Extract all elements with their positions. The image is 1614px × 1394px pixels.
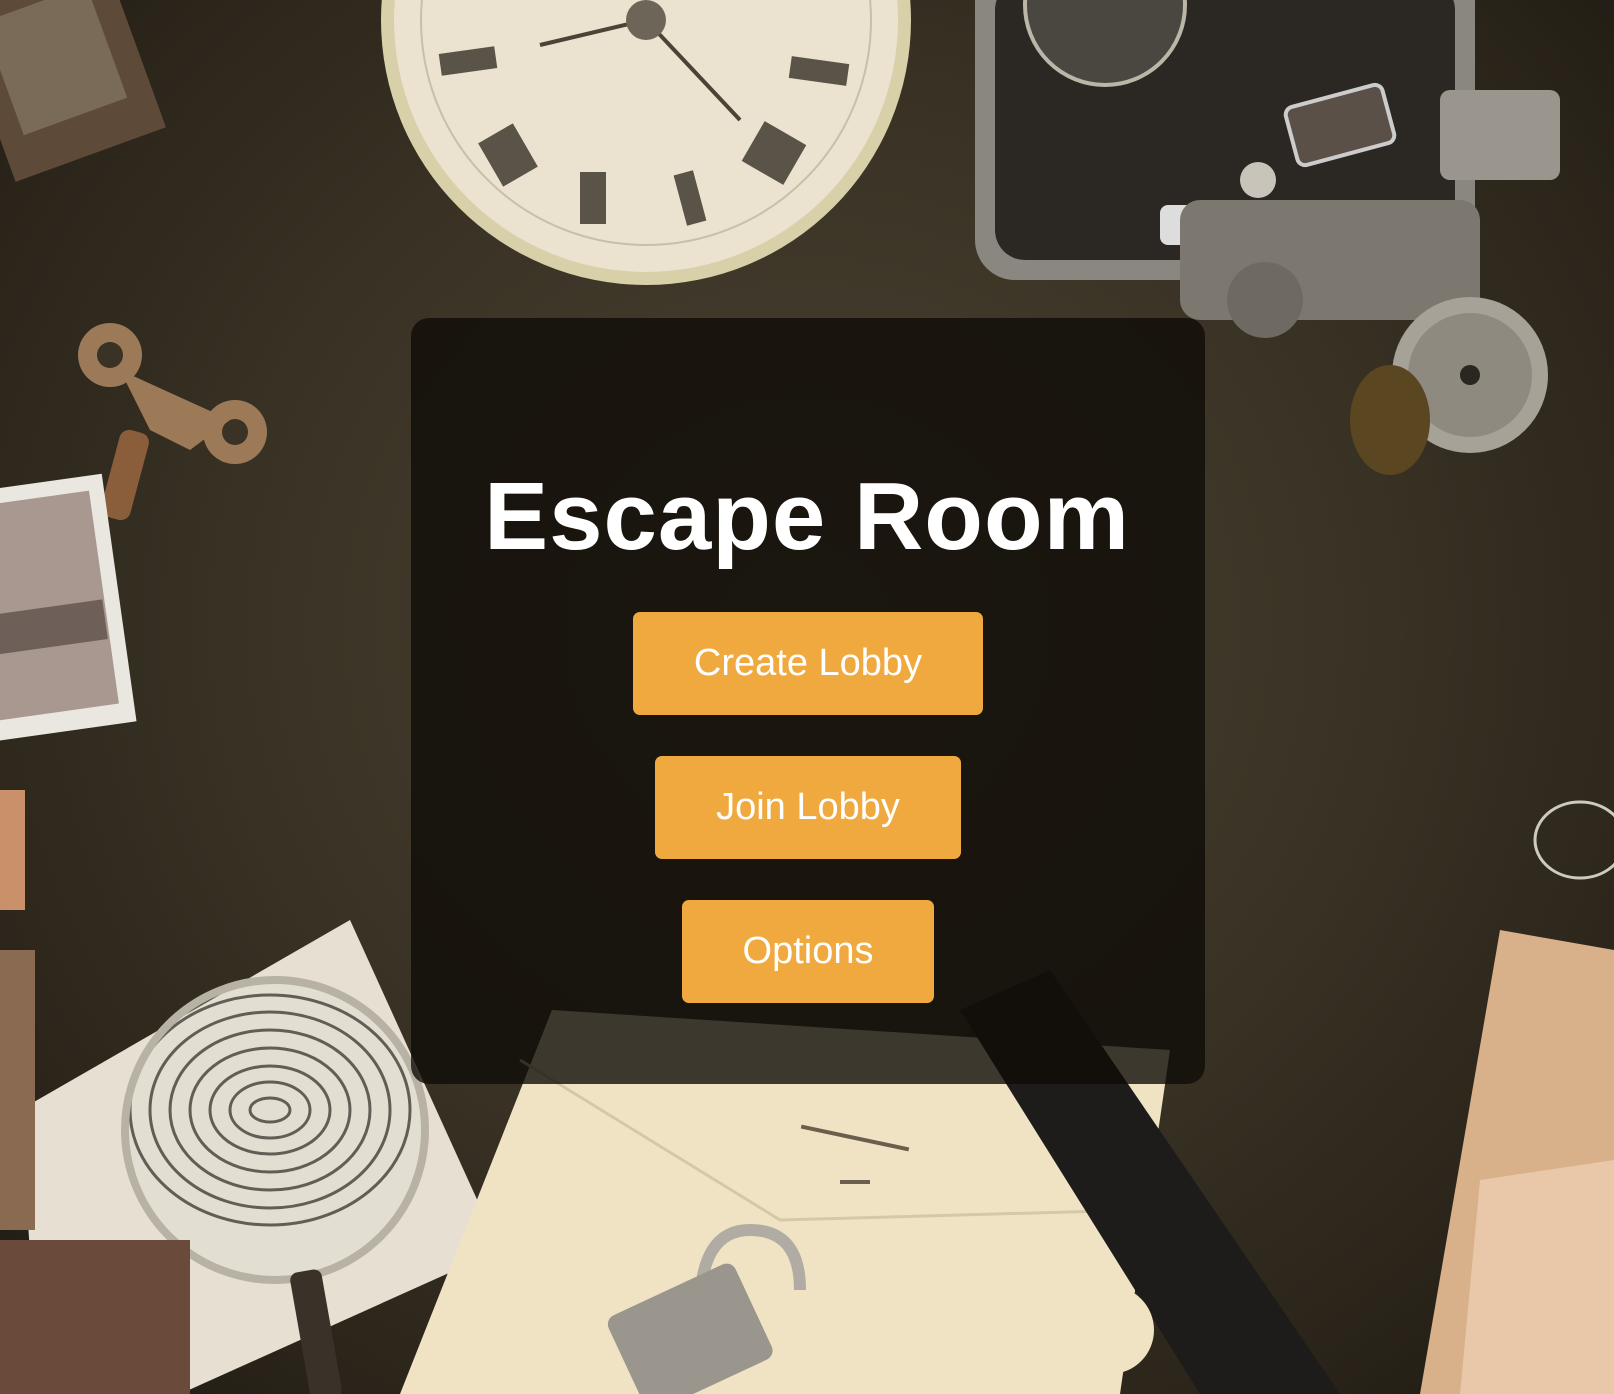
box-icon (0, 0, 166, 182)
create-lobby-button[interactable]: Create Lobby (633, 612, 983, 715)
clock-icon (381, 0, 911, 285)
join-lobby-button[interactable]: Join Lobby (655, 756, 961, 859)
camera-icon (975, 0, 1560, 338)
options-button[interactable]: Options (682, 900, 934, 1003)
game-title: Escape Room (484, 463, 1130, 570)
film-reel-icon (1350, 297, 1548, 475)
